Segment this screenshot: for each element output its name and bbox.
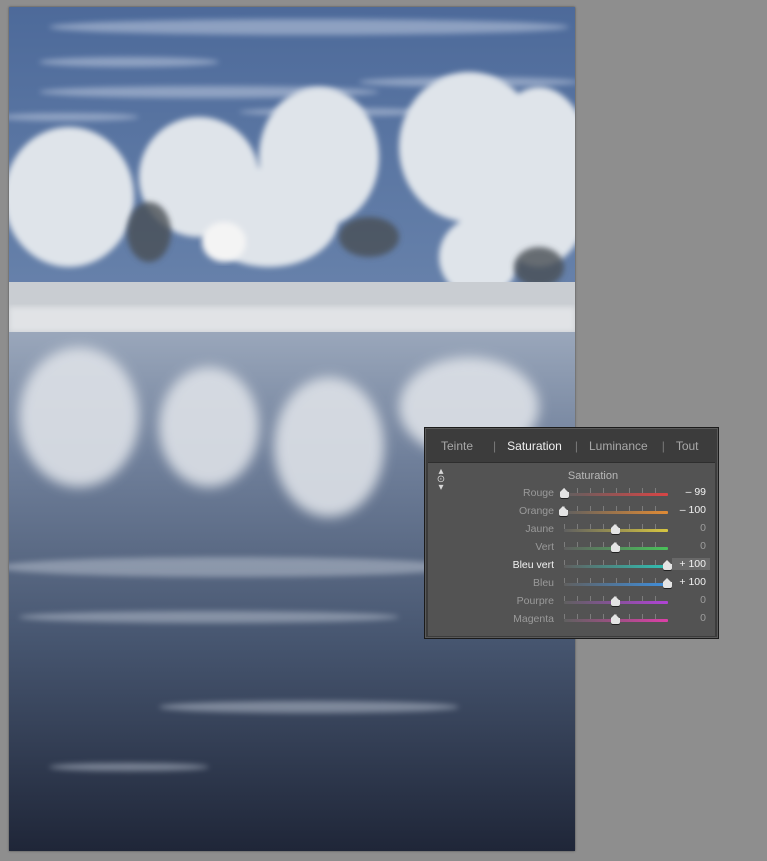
tab-saturation[interactable]: Saturation bbox=[507, 439, 562, 453]
slider-label: Bleu vert bbox=[512, 559, 554, 571]
slider-thumb[interactable] bbox=[663, 560, 672, 570]
slider-label: Rouge bbox=[523, 487, 554, 499]
slider-row-pourpre: Pourpre 0 bbox=[428, 593, 715, 611]
slider-row-bleu-vert: Bleu vert + 100 bbox=[428, 557, 715, 575]
slider-value-field[interactable]: 0 bbox=[672, 540, 710, 552]
slider-value-field[interactable]: + 100 bbox=[672, 558, 710, 570]
slider-thumb[interactable] bbox=[559, 506, 568, 516]
slider-row-jaune: Jaune 0 bbox=[428, 521, 715, 539]
tab-separator: | bbox=[493, 439, 497, 453]
tab-luminance[interactable]: Luminance bbox=[589, 439, 648, 453]
slider-track[interactable] bbox=[564, 511, 668, 514]
slider-value-field[interactable]: 0 bbox=[672, 594, 710, 606]
slider-track[interactable] bbox=[564, 493, 668, 496]
slider-value-field[interactable]: 0 bbox=[672, 612, 710, 624]
tab-teinte[interactable]: Teinte bbox=[441, 439, 473, 453]
slider-value-field[interactable]: 0 bbox=[672, 522, 710, 534]
slider-track[interactable] bbox=[564, 565, 668, 568]
slider-track[interactable] bbox=[564, 583, 668, 586]
slider-label: Magenta bbox=[513, 613, 554, 625]
slider-label: Jaune bbox=[525, 523, 554, 535]
hsl-panel: Teinte | Saturation | Luminance | Tout ▴… bbox=[424, 427, 719, 639]
slider-thumb[interactable] bbox=[663, 578, 672, 588]
slider-label: Pourpre bbox=[516, 595, 554, 607]
slider-row-vert: Vert 0 bbox=[428, 539, 715, 557]
hsl-tabs: Teinte | Saturation | Luminance | Tout bbox=[429, 432, 714, 460]
slider-label: Vert bbox=[535, 541, 554, 553]
slider-row-magenta: Magenta 0 bbox=[428, 611, 715, 629]
slider-row-rouge: Rouge – 99 bbox=[428, 485, 715, 503]
slider-thumb[interactable] bbox=[559, 488, 569, 498]
slider-thumb[interactable] bbox=[611, 524, 620, 534]
slider-row-orange: Orange – 100 bbox=[428, 503, 715, 521]
slider-value-field[interactable]: – 100 bbox=[672, 504, 710, 516]
tab-tout[interactable]: Tout bbox=[676, 439, 699, 453]
slider-row-bleu: Bleu + 100 bbox=[428, 575, 715, 593]
tab-separator: | bbox=[574, 439, 578, 453]
slider-thumb[interactable] bbox=[611, 614, 620, 624]
slider-label: Orange bbox=[518, 505, 554, 517]
tab-separator: | bbox=[661, 439, 665, 453]
slider-value-field[interactable]: – 99 bbox=[672, 486, 710, 498]
section-title: Saturation bbox=[567, 470, 619, 482]
slider-value-field[interactable]: + 100 bbox=[672, 576, 710, 588]
slider-thumb[interactable] bbox=[611, 596, 620, 606]
saturation-section: ▴ ⊙ ▾ Saturation Rouge – 99 Orange – 100 Jaune… bbox=[428, 462, 715, 636]
slider-label: Bleu bbox=[532, 577, 554, 589]
slider-thumb[interactable] bbox=[611, 542, 620, 552]
